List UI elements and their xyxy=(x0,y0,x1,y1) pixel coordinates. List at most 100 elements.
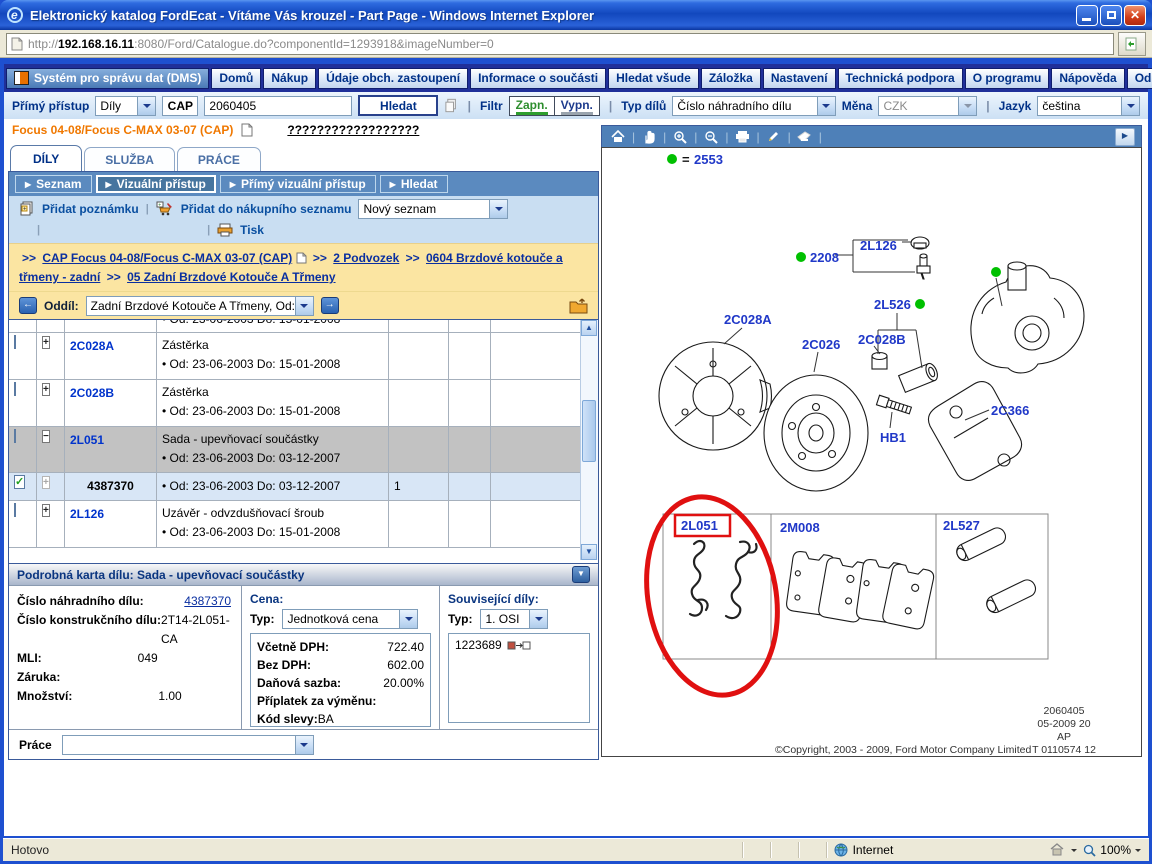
labor-select[interactable] xyxy=(62,735,314,755)
direct-access-type-select[interactable]: Díly xyxy=(95,96,156,116)
page-icon[interactable] xyxy=(296,252,307,264)
part-label-2L527[interactable]: 2L527 xyxy=(943,518,980,533)
section-select[interactable]: Zadní Brzdové Kotouče A Třmeny, Od: 23-0… xyxy=(86,296,314,316)
nav-logout-button[interactable]: Odhlášení xyxy=(1127,68,1152,89)
part-label-2C028B[interactable]: 2C028B xyxy=(858,332,906,347)
part-label-2C366[interactable]: 2C366 xyxy=(991,403,1029,418)
tab-sluzba[interactable]: SLUŽBA xyxy=(84,147,175,171)
nav-bookmark-button[interactable]: Záložka xyxy=(701,68,761,89)
filter-off-button[interactable]: Vypn. xyxy=(555,97,599,115)
page-icon[interactable] xyxy=(241,123,253,137)
tab-prace[interactable]: PRÁCE xyxy=(177,147,261,171)
table-row-highlighted[interactable]: ✓ + 4387370 • Od: 23-06-2003 Do: 03-12-2… xyxy=(9,473,581,501)
nav-dms-button[interactable]: Systém pro správu dat (DMS) xyxy=(6,68,209,89)
collapse-card-button[interactable]: ▼ xyxy=(572,566,590,583)
zoom-out-icon[interactable] xyxy=(701,129,721,145)
table-row[interactable]: + 2C028B Zástěrka • Od: 23-06-2003 Do: 1… xyxy=(9,380,581,427)
missing-translation-link[interactable]: ?????????????????? xyxy=(287,123,419,137)
scroll-down-button[interactable]: ▼ xyxy=(581,544,597,560)
triangle-right-icon: ▶ xyxy=(390,180,396,189)
row-checkbox[interactable] xyxy=(14,503,16,517)
print-button[interactable]: Tisk xyxy=(240,223,264,237)
section-prev-button[interactable]: ← xyxy=(19,297,37,314)
nav-about-button[interactable]: O programu xyxy=(965,68,1050,89)
filter-on-button[interactable]: Zapn. xyxy=(510,97,555,115)
part-label-2C028A[interactable]: 2C028A xyxy=(724,312,772,327)
related-type-select[interactable]: 1. OSI xyxy=(480,609,548,629)
nav-search-all-button[interactable]: Hledat všude xyxy=(608,68,699,89)
part-label-2208[interactable]: 2208 xyxy=(810,250,839,265)
eraser-icon[interactable] xyxy=(795,129,815,145)
table-row[interactable]: + 2C028A Zástěrka • Od: 23-06-2003 Do: 1… xyxy=(9,333,581,380)
expand-icon[interactable]: + xyxy=(42,336,50,349)
part-number-link[interactable]: 2L051 xyxy=(65,427,157,472)
subnav-vizualni-pristup[interactable]: ▶Vizuální přístup xyxy=(96,175,216,193)
part-number-link[interactable]: 4387370 xyxy=(184,594,231,608)
table-row-selected[interactable]: − 2L051 Sada - upevňovací součástky • Od… xyxy=(9,427,581,473)
part-label-2M008[interactable]: 2M008 xyxy=(780,520,820,535)
related-part-link[interactable]: 1223689 xyxy=(455,638,502,652)
shopping-list-select[interactable]: Nový seznam xyxy=(358,199,508,219)
section-next-button[interactable]: → xyxy=(321,297,339,314)
part-number-link[interactable]: 2C028B xyxy=(65,380,157,426)
subnav-primy-vizualni-pristup[interactable]: ▶Přímý vizuální přístup xyxy=(220,175,376,193)
part-label-2L051[interactable]: 2L051 xyxy=(681,518,718,533)
go-button[interactable] xyxy=(1118,32,1146,56)
chevron-down-icon[interactable] xyxy=(1135,849,1141,855)
row-checkbox[interactable] xyxy=(14,429,16,443)
part-label-2L126[interactable]: 2L126 xyxy=(860,238,897,253)
chevron-down-icon[interactable] xyxy=(1071,849,1077,855)
cap-field[interactable]: CAP xyxy=(162,96,198,116)
protected-mode-icon[interactable] xyxy=(1049,843,1065,857)
close-button[interactable]: ✕ xyxy=(1124,5,1146,26)
nav-part-info-button[interactable]: Informace o součásti xyxy=(470,68,606,89)
home-icon[interactable] xyxy=(608,129,628,145)
pencil-icon[interactable] xyxy=(764,129,784,145)
copy-pages-icon[interactable] xyxy=(444,98,458,113)
part-number-link[interactable]: 2C028A xyxy=(65,333,157,379)
nav-tech-support-button[interactable]: Technická podpora xyxy=(838,68,963,89)
address-input[interactable]: http://192.168.16.11:8080/Ford/Catalogue… xyxy=(6,33,1114,55)
zoom-control[interactable]: 100% xyxy=(1083,843,1141,857)
row-checkbox-checked[interactable]: ✓ xyxy=(14,475,25,489)
expand-icon[interactable]: + xyxy=(42,504,50,517)
scroll-thumb[interactable] xyxy=(582,400,596,462)
maximize-button[interactable] xyxy=(1100,5,1122,26)
folder-up-icon[interactable] xyxy=(569,298,588,314)
breadcrumb-link-section[interactable]: 05 Zadní Brzdové Kotouče A Třmeny xyxy=(127,270,335,284)
part-label-2L526[interactable]: 2L526 xyxy=(874,297,911,312)
zoom-in-icon[interactable] xyxy=(670,129,690,145)
pan-hand-icon[interactable] xyxy=(639,129,659,145)
subnav-seznam[interactable]: ▶Seznam xyxy=(15,175,92,193)
nav-home-button[interactable]: Domů xyxy=(211,68,261,89)
tab-dily[interactable]: DÍLY xyxy=(10,145,82,171)
part-label-HB1[interactable]: HB1 xyxy=(880,430,906,445)
scroll-up-button[interactable]: ▲ xyxy=(581,320,597,336)
expand-icon[interactable]: + xyxy=(42,383,50,396)
subnav-hledat[interactable]: ▶Hledat xyxy=(380,175,448,193)
search-button[interactable]: Hledat xyxy=(358,95,438,116)
part-type-select[interactable]: Číslo náhradního dílu xyxy=(672,96,835,116)
search-input[interactable] xyxy=(204,96,352,116)
panel-expand-button[interactable]: ▶ xyxy=(1115,128,1135,146)
print-icon[interactable] xyxy=(733,129,753,145)
part-label-2C026[interactable]: 2C026 xyxy=(802,337,840,352)
add-to-shopping-list-button[interactable]: Přidat do nákupního seznamu xyxy=(181,202,352,216)
price-type-select[interactable]: Jednotková cena xyxy=(282,609,418,629)
language-select[interactable]: čeština xyxy=(1037,96,1140,116)
nav-shop-button[interactable]: Nákup xyxy=(263,68,316,89)
breadcrumb-link-group[interactable]: 2 Podvozek xyxy=(333,251,399,265)
table-scrollbar[interactable]: ▲ ▼ xyxy=(580,320,598,560)
nav-help-button[interactable]: Nápověda xyxy=(1051,68,1124,89)
add-note-button[interactable]: Přidat poznámku xyxy=(42,202,139,216)
row-checkbox[interactable] xyxy=(14,335,16,349)
part-number-link[interactable]: 2L126 xyxy=(65,501,157,547)
row-checkbox[interactable] xyxy=(14,382,16,396)
collapse-icon[interactable]: − xyxy=(42,430,50,443)
minimize-button[interactable] xyxy=(1076,5,1098,26)
breadcrumb-link-model[interactable]: CAP Focus 04-08/Focus C-MAX 03-07 (CAP) xyxy=(42,251,292,265)
nav-dealer-data-button[interactable]: Údaje obch. zastoupení xyxy=(318,68,468,89)
table-row[interactable]: + 2L126 Uzávěr - odvzdušňovací šroub • O… xyxy=(9,501,581,548)
main-navigation: Systém pro správu dat (DMS) Domů Nákup Ú… xyxy=(4,64,1148,92)
nav-settings-button[interactable]: Nastavení xyxy=(763,68,836,89)
